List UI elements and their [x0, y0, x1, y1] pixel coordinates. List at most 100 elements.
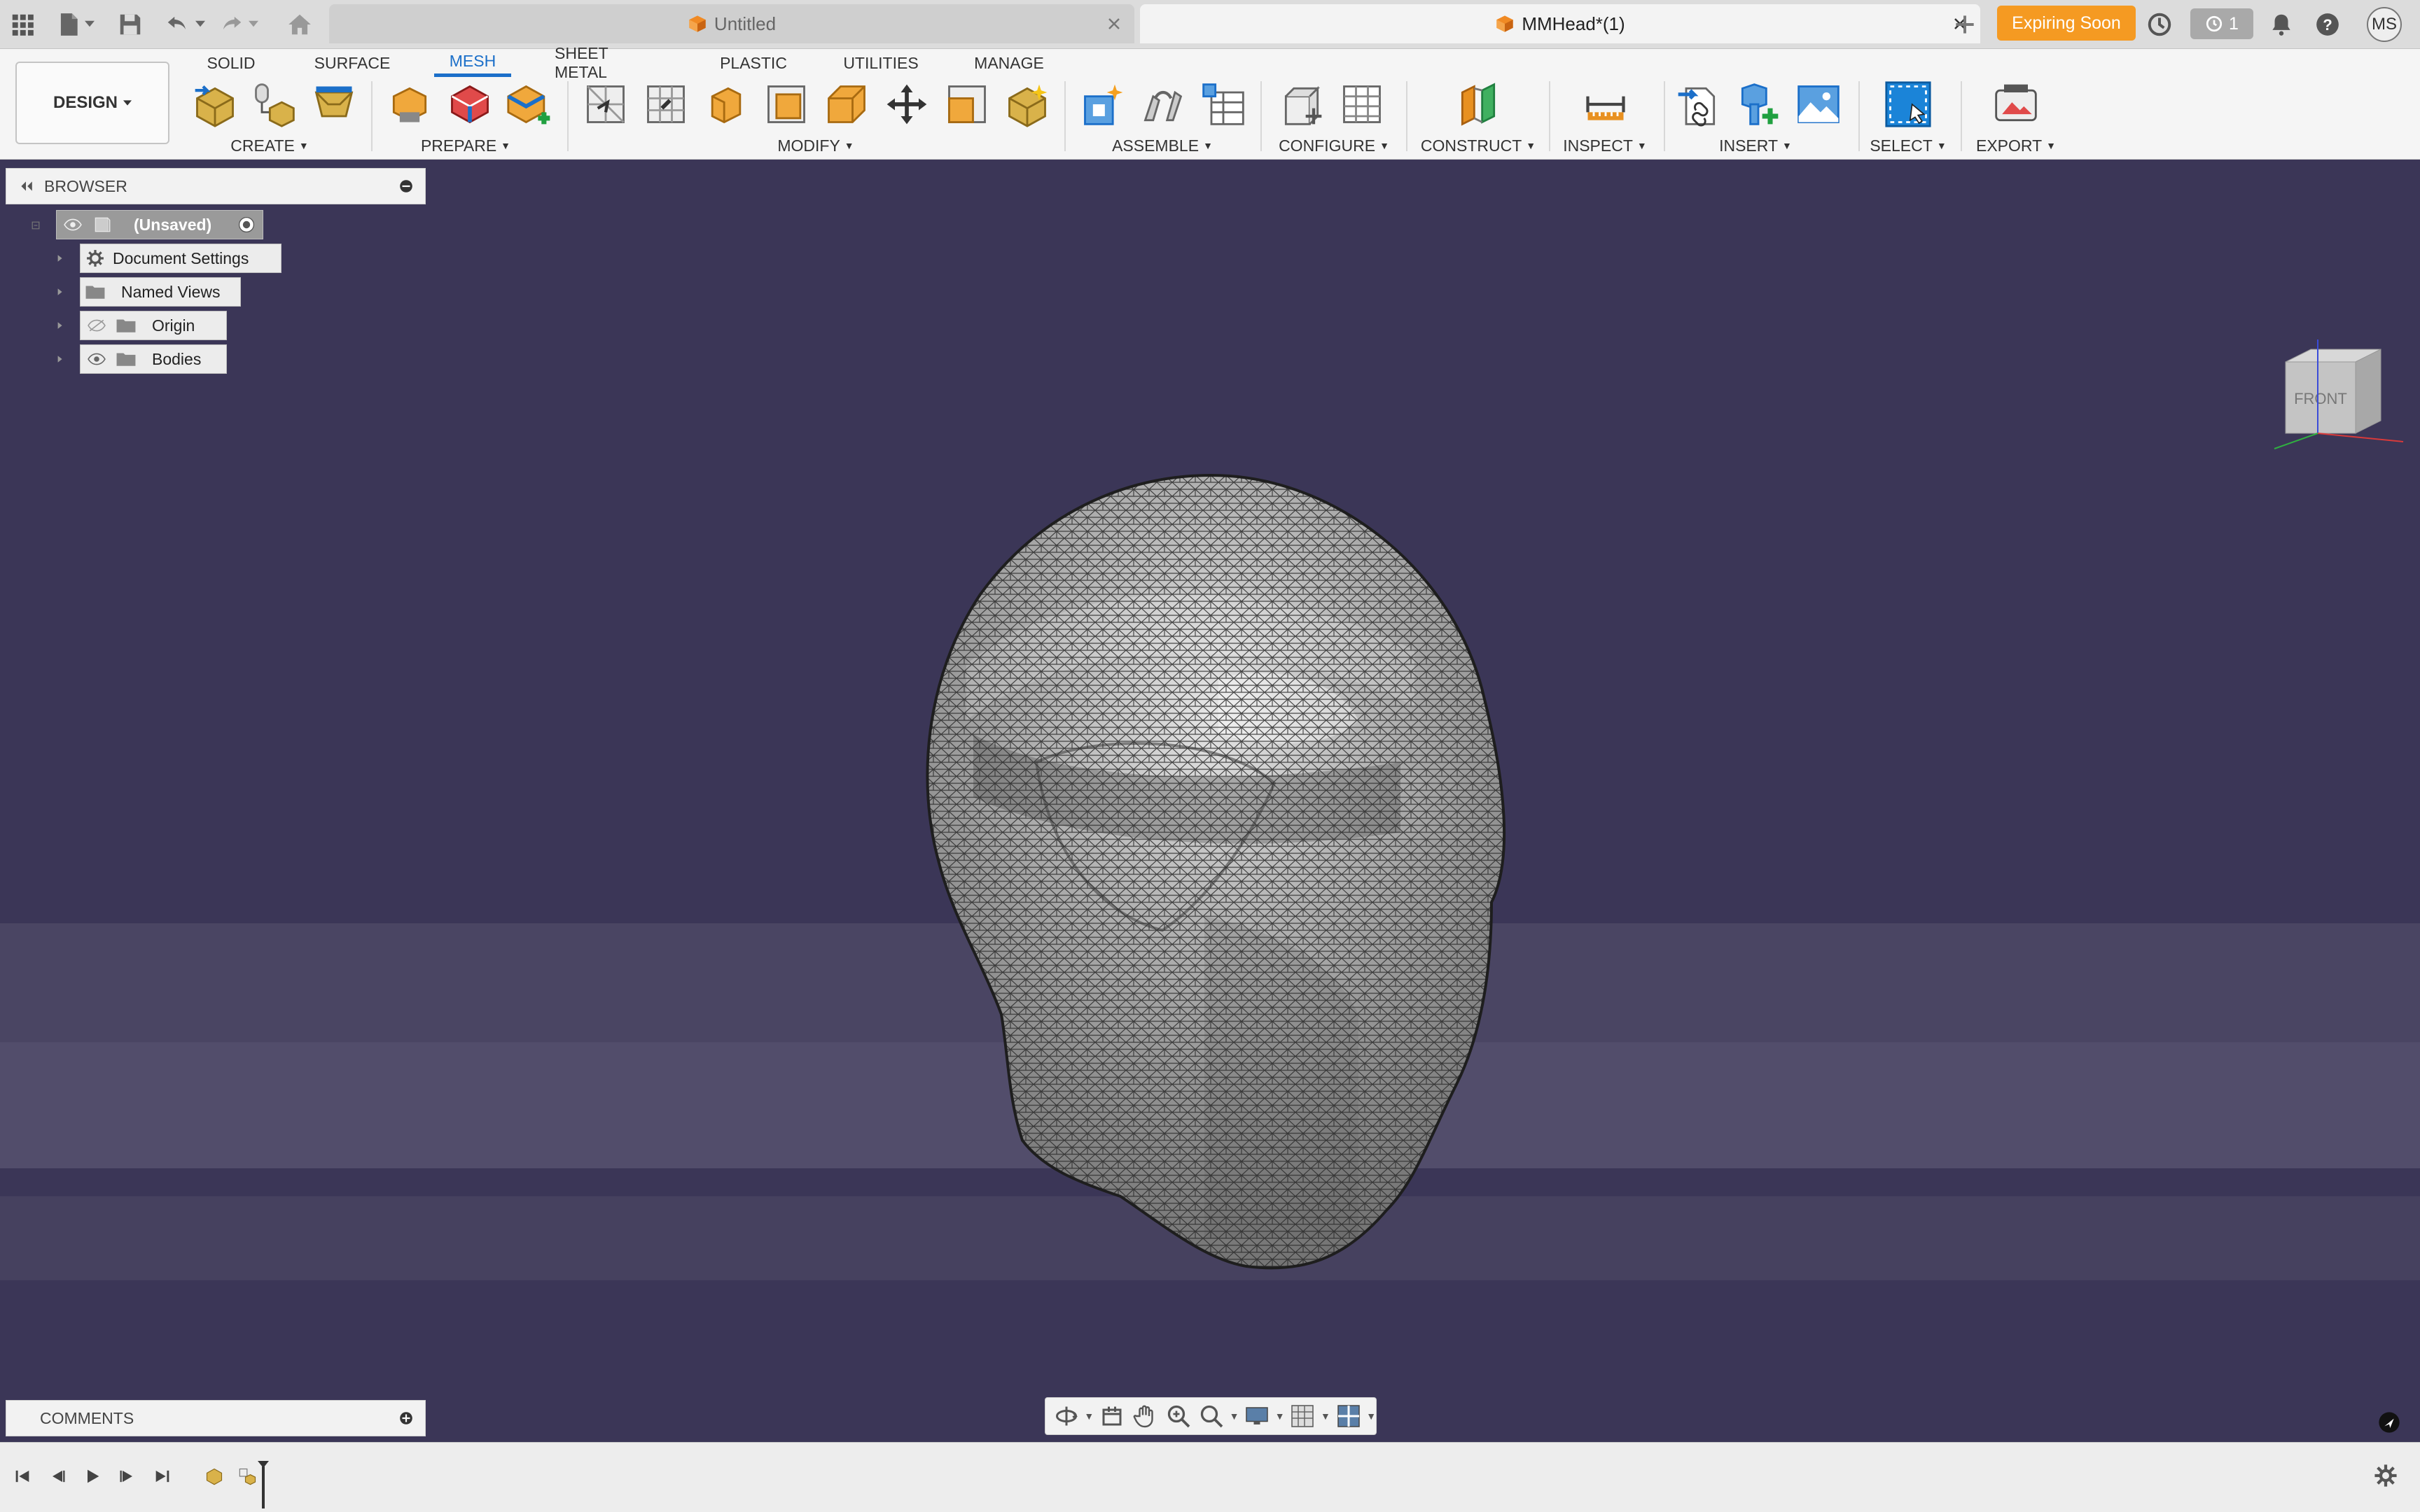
go-to-end-icon[interactable] [148, 1462, 176, 1490]
group-prepare[interactable]: PREPARE ▼ [413, 136, 518, 155]
shell-tool[interactable] [821, 78, 872, 130]
tree-expand-icon[interactable] [53, 286, 66, 298]
tree-expand-icon[interactable] [29, 219, 42, 232]
undo-dropdown-icon[interactable] [195, 15, 206, 32]
workspace-switcher[interactable]: DESIGN [15, 62, 169, 144]
group-inspect[interactable]: INSPECT ▼ [1556, 136, 1654, 155]
comments-panel-header[interactable]: COMMENTS [6, 1400, 426, 1436]
insert-canvas-tool[interactable] [1793, 78, 1844, 130]
add-comment-icon[interactable] [398, 1410, 414, 1426]
orbit-dropdown-icon[interactable]: ▼ [1084, 1401, 1094, 1432]
online-status-icon[interactable] [2143, 8, 2176, 41]
group-export[interactable]: EXPORT ▼ [1963, 136, 2068, 155]
tab-manage[interactable]: MANAGE [971, 49, 1048, 77]
tab-plastic[interactable]: PLASTIC [718, 49, 788, 77]
browser-item-named-views[interactable]: Named Views [80, 277, 241, 307]
tab-utilities[interactable]: UTILITIES [840, 49, 922, 77]
browser-item-origin[interactable]: Origin [80, 311, 227, 340]
browser-item-bodies[interactable]: Bodies [80, 344, 227, 374]
close-tab-icon[interactable] [1104, 13, 1125, 34]
group-construct[interactable]: CONSTRUCT ▼ [1419, 136, 1538, 155]
measure-tool[interactable] [1580, 78, 1632, 130]
browser-root-node[interactable]: (Unsaved) [56, 210, 263, 239]
play-icon[interactable] [78, 1462, 106, 1490]
erase-and-fill-tool[interactable] [700, 78, 752, 130]
grid-dropdown-icon[interactable]: ▼ [1321, 1401, 1330, 1432]
activate-radio-icon[interactable] [237, 216, 257, 235]
tab-untitled[interactable]: Untitled [329, 4, 1134, 43]
configuration-table-tool[interactable] [1336, 78, 1388, 130]
notifications-bell-icon[interactable] [2265, 8, 2298, 41]
joint-tool[interactable] [1137, 78, 1189, 130]
collapse-panel-icon[interactable] [12, 172, 40, 200]
home-icon[interactable] [283, 8, 317, 41]
display-settings-icon[interactable] [1242, 1401, 1272, 1432]
orbit-icon[interactable] [1051, 1401, 1081, 1432]
timeline-feature-mesh-icon[interactable] [200, 1462, 228, 1490]
eye-icon[interactable] [85, 347, 109, 371]
insert-derive-tool[interactable] [1672, 78, 1724, 130]
panel-pin-icon[interactable] [398, 178, 414, 194]
scale-tool[interactable] [941, 78, 993, 130]
export-tool[interactable] [1990, 78, 2042, 130]
timeline-settings-gear-icon[interactable] [2374, 1464, 2402, 1492]
look-at-icon[interactable] [1097, 1401, 1127, 1432]
job-status-button[interactable]: 1 [2190, 8, 2253, 39]
user-avatar[interactable]: MS [2367, 7, 2402, 42]
eye-hidden-icon[interactable] [85, 314, 109, 337]
file-menu-dropdown-icon[interactable] [84, 15, 95, 32]
canvas-viewport[interactable]: FRONT [0, 160, 2420, 1442]
tree-expand-icon[interactable] [53, 252, 66, 265]
remesh-tool[interactable] [580, 78, 632, 130]
new-tab-plus-icon[interactable] [1948, 8, 1982, 41]
generate-face-groups-tool[interactable] [504, 78, 556, 130]
insert-mesh-tool[interactable] [189, 78, 241, 130]
timeline-marker[interactable] [256, 1461, 270, 1508]
tab-solid[interactable]: SOLID [203, 49, 259, 77]
browser-item-document-settings[interactable]: Document Settings [80, 244, 281, 273]
expiring-soon-button[interactable]: Expiring Soon [1997, 6, 2136, 41]
move-icon[interactable] [881, 78, 933, 130]
go-to-start-icon[interactable] [8, 1462, 36, 1490]
group-configure[interactable]: CONFIGURE ▼ [1274, 136, 1393, 155]
reduce-tool[interactable] [640, 78, 692, 130]
select-tool[interactable] [1882, 78, 1934, 130]
zoom-dropdown-icon[interactable]: ▼ [1230, 1401, 1239, 1432]
bill-of-materials-tool[interactable] [1197, 78, 1249, 130]
grid-snaps-icon[interactable] [1288, 1401, 1318, 1432]
navigation-mode-icon[interactable] [2378, 1411, 2400, 1434]
step-forward-icon[interactable] [113, 1462, 141, 1490]
eye-icon[interactable] [61, 213, 85, 237]
repair-tool[interactable] [444, 78, 496, 130]
step-back-icon[interactable] [43, 1462, 71, 1490]
tree-expand-icon[interactable] [53, 319, 66, 332]
file-menu-icon[interactable] [52, 8, 85, 41]
viewports-icon[interactable] [1333, 1401, 1363, 1432]
tessellate-tool[interactable] [248, 78, 300, 130]
help-icon[interactable]: ? [2311, 8, 2344, 41]
group-create[interactable]: CREATE ▼ [217, 136, 322, 155]
configure-design-tool[interactable] [1276, 78, 1328, 130]
tab-mesh[interactable]: MESH [434, 49, 511, 77]
undo-icon[interactable] [161, 8, 195, 41]
group-select[interactable]: SELECT ▼ [1856, 136, 1961, 155]
head-mesh-body[interactable] [910, 468, 1541, 1280]
tab-mmhead[interactable]: MMHead*(1) [1140, 4, 1980, 43]
view-cube[interactable]: FRONT [2269, 337, 2409, 463]
tab-surface[interactable]: SURFACE [314, 49, 391, 77]
new-component-tool[interactable] [1077, 78, 1129, 130]
plane-cut-tool[interactable] [384, 78, 436, 130]
offset-plane-tool[interactable] [1452, 78, 1504, 130]
smooth-tool[interactable] [760, 78, 812, 130]
group-insert[interactable]: INSERT ▼ [1703, 136, 1808, 155]
zoom-icon[interactable] [1163, 1401, 1193, 1432]
insert-mcmaster-tool[interactable] [1732, 78, 1784, 130]
save-icon[interactable] [113, 8, 147, 41]
app-grid-icon[interactable] [6, 8, 39, 41]
redo-dropdown-icon[interactable] [248, 15, 259, 32]
tree-expand-icon[interactable] [53, 353, 66, 365]
fit-icon[interactable] [1196, 1401, 1226, 1432]
pan-hand-icon[interactable] [1130, 1401, 1160, 1432]
viewports-dropdown-icon[interactable]: ▼ [1366, 1401, 1376, 1432]
display-dropdown-icon[interactable]: ▼ [1275, 1401, 1285, 1432]
